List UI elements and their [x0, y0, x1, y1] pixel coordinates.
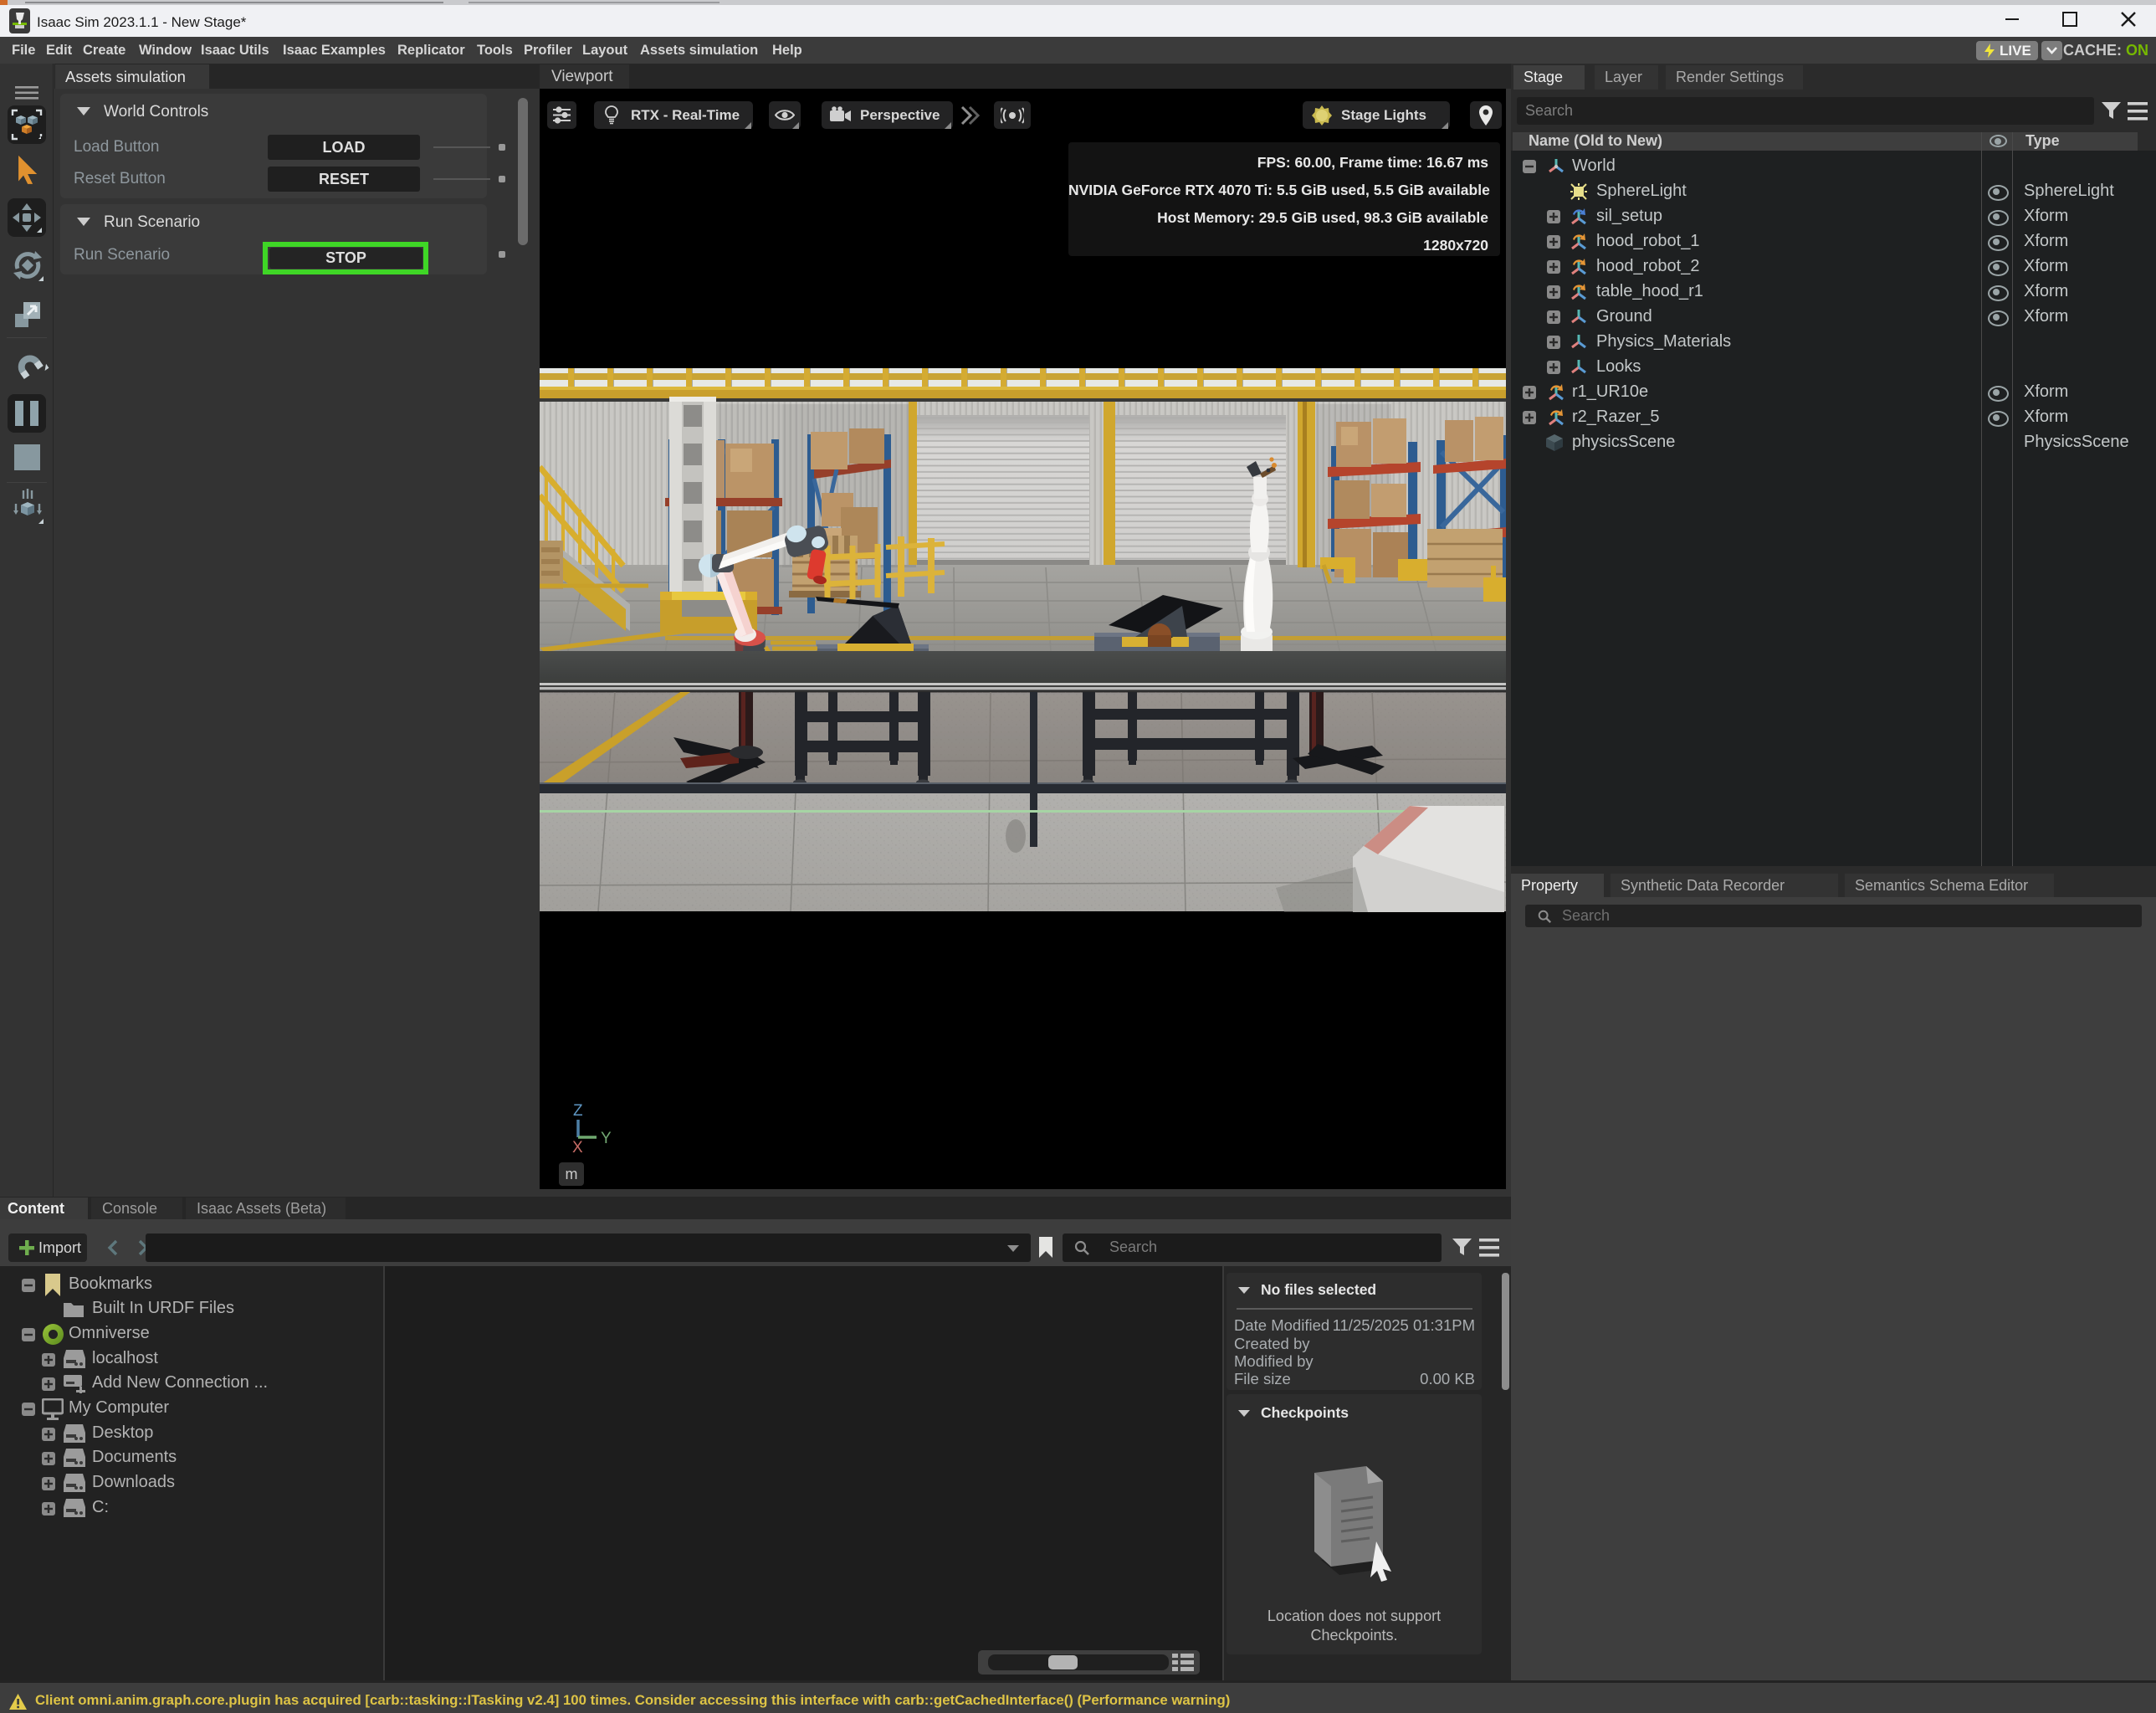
svg-text:Y: Y	[601, 1130, 612, 1147]
svg-text:Z: Z	[573, 1102, 583, 1120]
svg-text:X: X	[572, 1139, 583, 1156]
